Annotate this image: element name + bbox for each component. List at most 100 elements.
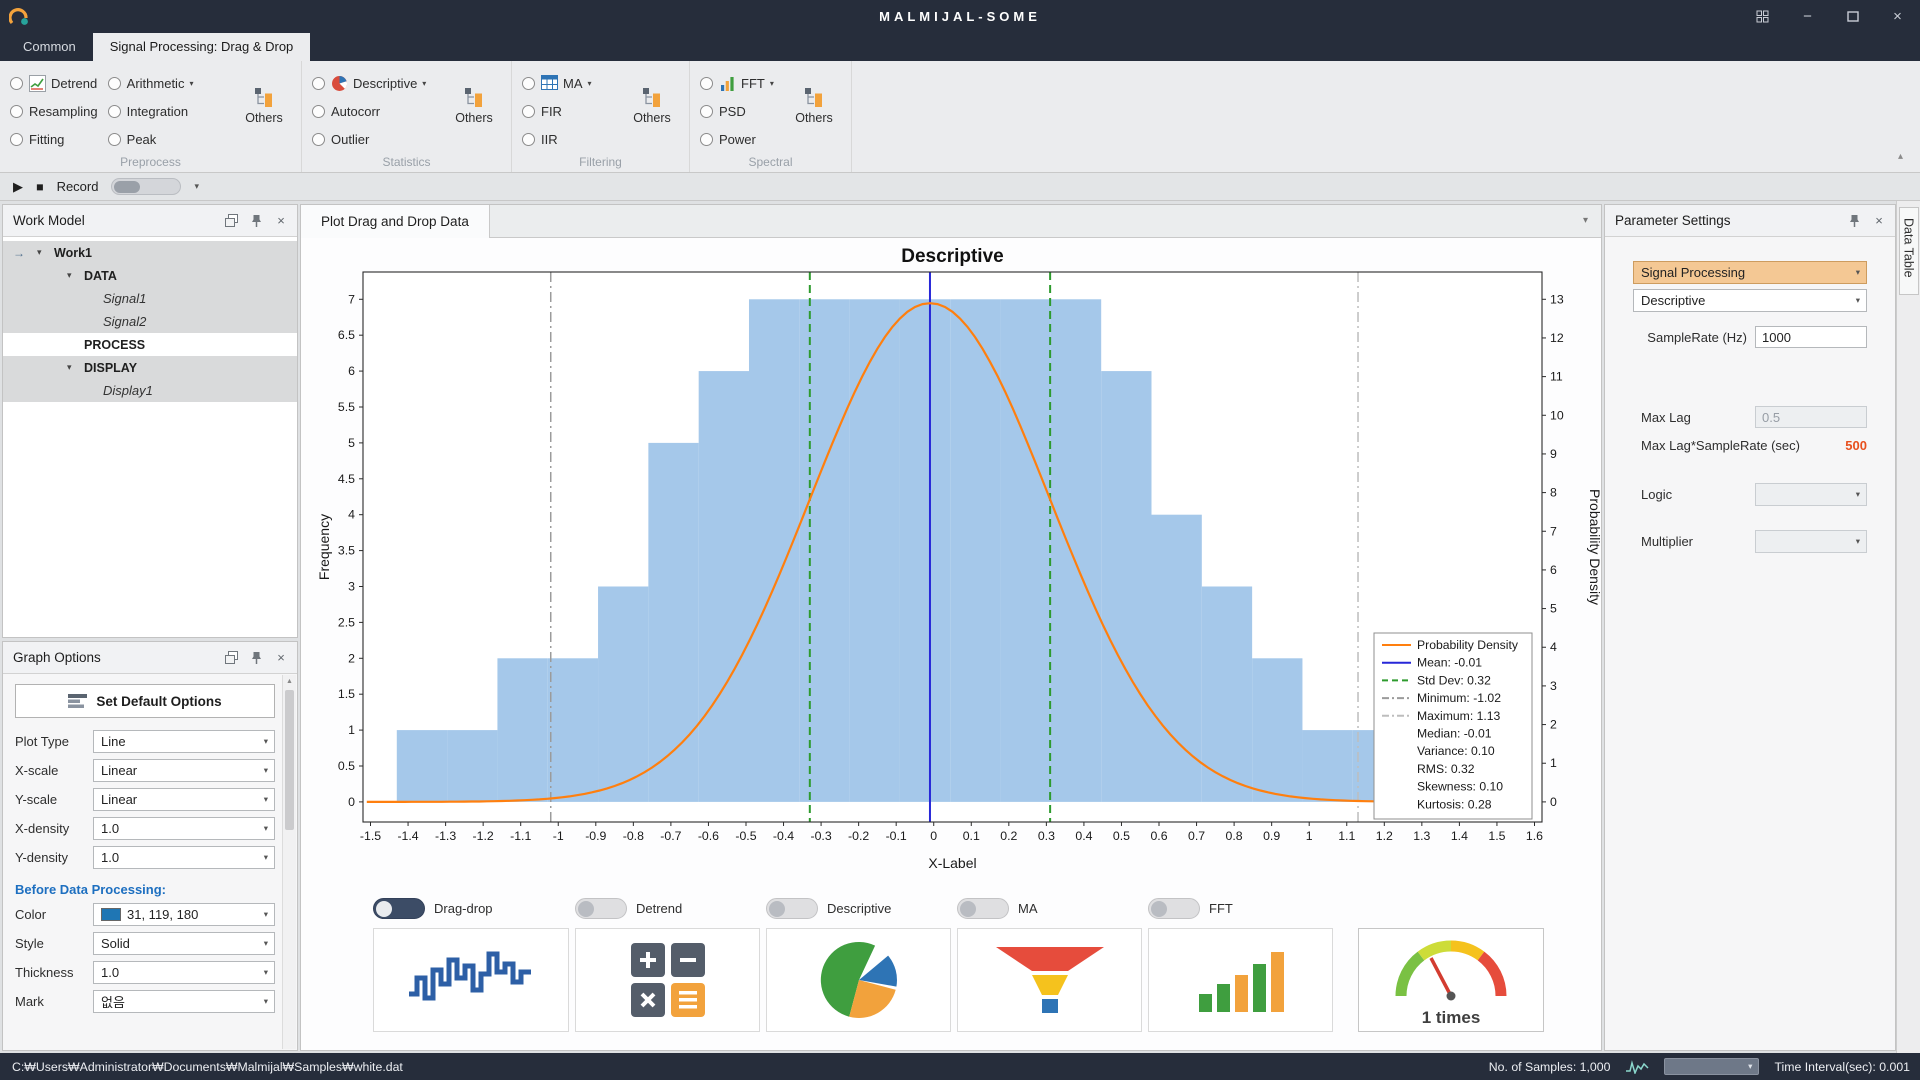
method-select[interactable]: Descriptive ▾ [1633, 289, 1867, 312]
card-arithmetic[interactable] [575, 928, 760, 1032]
float-icon[interactable] [223, 650, 239, 666]
ribbon-item-power[interactable]: Power [700, 129, 774, 149]
select-mark[interactable]: 없음▾ [93, 990, 275, 1013]
card-drag-drop-signal[interactable] [373, 928, 569, 1032]
dropdown-caret-icon[interactable]: ▾ [770, 79, 774, 88]
radio-autocorr[interactable] [312, 105, 325, 118]
chevron-down-icon[interactable]: ▾ [67, 362, 84, 373]
dropdown-caret-icon[interactable]: ▾ [588, 79, 592, 88]
ribbon-item-peak[interactable]: Peak [108, 129, 194, 149]
play-button[interactable]: ▶ [13, 179, 23, 195]
radio-resampling[interactable] [10, 105, 23, 118]
select-multiplier[interactable]: ▾ [1755, 530, 1867, 553]
radio-detrend[interactable] [10, 77, 23, 90]
radio-arithmetic[interactable] [108, 77, 121, 90]
layout-grid-icon[interactable] [1740, 0, 1785, 33]
select-color[interactable]: 31, 119, 180▾ [93, 903, 275, 926]
card-descriptive-pie[interactable] [766, 928, 951, 1032]
ribbon-item-iir[interactable]: IIR [522, 129, 592, 149]
pin-icon[interactable] [248, 650, 264, 666]
close-icon[interactable]: × [273, 213, 289, 229]
ribbon-item-psd[interactable]: PSD [700, 101, 774, 121]
ribbon-item-resampling[interactable]: Resampling [10, 101, 98, 121]
ribbon-collapse-icon[interactable]: ▴ [1898, 151, 1903, 162]
chevron-down-icon[interactable]: ▾ [67, 270, 84, 281]
pin-icon[interactable] [1846, 213, 1862, 229]
select-x-density[interactable]: 1.0▾ [93, 817, 275, 840]
select-style[interactable]: Solid▾ [93, 932, 275, 955]
stop-button[interactable]: ■ [36, 180, 44, 194]
tree-item-signal2[interactable]: Signal2 [3, 310, 297, 333]
others-button-statistics[interactable]: Others [445, 87, 503, 125]
toggle-switch-ma[interactable] [957, 898, 1009, 919]
others-button-filtering[interactable]: Others [623, 87, 681, 125]
tree-item-work1[interactable]: →▾Work1 [3, 241, 297, 264]
others-button-preprocess[interactable]: Others [235, 87, 293, 125]
select-logic[interactable]: ▾ [1755, 483, 1867, 506]
ribbon-item-ma[interactable]: MA▾ [522, 73, 592, 93]
select-thickness[interactable]: 1.0▾ [93, 961, 275, 984]
dropdown-caret-icon[interactable]: ▾ [189, 79, 193, 88]
ribbon-item-integration[interactable]: Integration [108, 101, 194, 121]
tab-plot-drag-and-drop-data[interactable]: Plot Drag and Drop Data [301, 205, 490, 238]
record-dropdown-caret-icon[interactable]: ▾ [194, 181, 199, 192]
radio-fir[interactable] [522, 105, 535, 118]
tree-item-display1[interactable]: Display1 [3, 379, 297, 402]
minimize-button[interactable]: − [1785, 0, 1830, 33]
radio-peak[interactable] [108, 133, 121, 146]
radio-ma[interactable] [522, 77, 535, 90]
record-toggle[interactable] [111, 178, 181, 195]
close-icon[interactable]: × [273, 650, 289, 666]
radio-power[interactable] [700, 133, 713, 146]
tree-item-process[interactable]: PROCESS [3, 333, 297, 356]
select-x-scale[interactable]: Linear▾ [93, 759, 275, 782]
radio-psd[interactable] [700, 105, 713, 118]
card-ma-funnel[interactable] [957, 928, 1142, 1032]
dropdown-caret-icon[interactable]: ▾ [422, 79, 426, 88]
close-button[interactable]: × [1875, 0, 1920, 33]
tab-common[interactable]: Common [6, 33, 93, 61]
radio-fft[interactable] [700, 77, 713, 90]
toggle-switch-fft[interactable] [1148, 898, 1200, 919]
chevron-down-icon[interactable]: ▾ [1583, 215, 1588, 226]
ribbon-item-fitting[interactable]: Fitting [10, 129, 98, 149]
toggle-switch-detrend[interactable] [575, 898, 627, 919]
tab-data-table[interactable]: Data Table [1899, 207, 1919, 295]
select-plot-type[interactable]: Line▾ [93, 730, 275, 753]
ribbon-item-detrend[interactable]: Detrend [10, 73, 98, 93]
tree-item-display[interactable]: ▾DISPLAY [3, 356, 297, 379]
ribbon-item-arithmetic[interactable]: Arithmetic▾ [108, 73, 194, 93]
chevron-down-icon[interactable]: ▾ [37, 247, 54, 258]
radio-fitting[interactable] [10, 133, 23, 146]
scroll-up-icon[interactable]: ▲ [283, 675, 296, 688]
maximize-button[interactable] [1830, 0, 1875, 33]
set-default-options-button[interactable]: Set Default Options [15, 684, 275, 718]
tree-item-data[interactable]: ▾DATA [3, 264, 297, 287]
others-button-spectral[interactable]: Others [785, 87, 843, 125]
ribbon-item-fft[interactable]: FFT▾ [700, 73, 774, 93]
tree-item-signal1[interactable]: Signal1 [3, 287, 297, 310]
radio-outlier[interactable] [312, 133, 325, 146]
input-samplerate-hz[interactable]: 1000 [1755, 326, 1867, 348]
ribbon-item-descriptive[interactable]: Descriptive▾ [312, 73, 426, 93]
signal-processing-category-select[interactable]: Signal Processing ▾ [1633, 261, 1867, 284]
toggle-switch-descriptive[interactable] [766, 898, 818, 919]
ribbon-item-outlier[interactable]: Outlier [312, 129, 426, 149]
input-max-lag[interactable]: 0.5 [1755, 406, 1867, 428]
card-gauge[interactable]: 1 times [1358, 928, 1544, 1032]
status-dropdown[interactable]: ▾ [1664, 1058, 1759, 1075]
toggle-switch-drag-drop[interactable] [373, 898, 425, 919]
select-y-density[interactable]: 1.0▾ [93, 846, 275, 869]
radio-descriptive[interactable] [312, 77, 325, 90]
tab-signal-processing-drag-drop[interactable]: Signal Processing: Drag & Drop [93, 33, 311, 61]
radio-integration[interactable] [108, 105, 121, 118]
card-fft-bars[interactable] [1148, 928, 1333, 1032]
close-icon[interactable]: × [1871, 213, 1887, 229]
ribbon-item-autocorr[interactable]: Autocorr [312, 101, 426, 121]
scrollbar[interactable]: ▲ [282, 675, 296, 1049]
ribbon-item-fir[interactable]: FIR [522, 101, 592, 121]
select-y-scale[interactable]: Linear▾ [93, 788, 275, 811]
pin-icon[interactable] [248, 213, 264, 229]
float-icon[interactable] [223, 213, 239, 229]
radio-iir[interactable] [522, 133, 535, 146]
